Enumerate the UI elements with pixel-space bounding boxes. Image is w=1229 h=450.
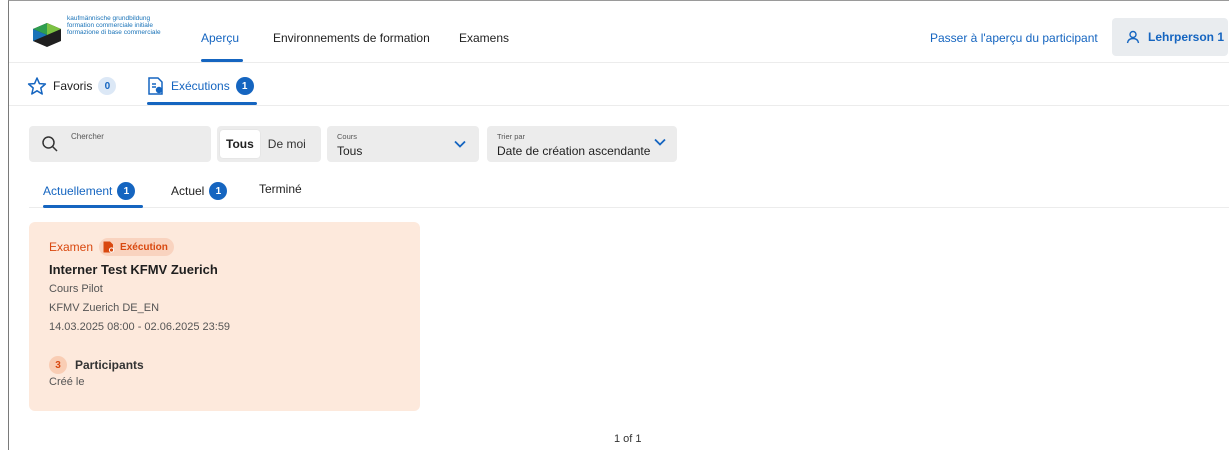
logo-line-2: formation commerciale initiale	[67, 22, 153, 29]
nav-examens[interactable]: Examens	[459, 31, 509, 45]
nav-active-indicator	[201, 59, 243, 62]
tab-actuellement-label: Actuellement	[43, 184, 113, 198]
exam-type-label: Examen	[49, 240, 94, 254]
status-tab-active-indicator	[43, 205, 143, 208]
actuel-count-badge: 1	[209, 182, 228, 200]
pagination-label: 1 of 1	[614, 433, 642, 445]
card-created: Créé le	[49, 376, 85, 388]
logo-text: kaufmännische grundbildung formation com…	[67, 15, 161, 36]
toggle-de-moi-button[interactable]: De moi	[264, 130, 310, 158]
card-group: KFMV Zuerich DE_EN	[49, 302, 160, 314]
user-icon	[1126, 30, 1140, 44]
sort-select-value: Date de création ascendante	[497, 144, 651, 158]
search-placeholder: Chercher	[71, 132, 104, 141]
logo-icon[interactable]	[29, 21, 65, 49]
nav-apercu[interactable]: Aperçu	[201, 31, 239, 45]
tab-actuellement[interactable]: Actuellement 1	[43, 182, 136, 200]
tab-favoris[interactable]: Favoris 0	[27, 76, 117, 96]
sub-tabs: Favoris 0 Exécutions 1	[9, 64, 1229, 106]
card-course: Cours Pilot	[49, 283, 103, 295]
tab-actuel[interactable]: Actuel 1	[171, 182, 228, 200]
owner-toggle: Tous De moi	[217, 126, 321, 162]
execution-status-badge: Exécution	[99, 238, 174, 256]
tab-termine-label: Terminé	[259, 182, 302, 196]
execution-icon	[103, 241, 115, 253]
exam-card[interactable]: Examen Exécution Interner Test KFMV Zuer…	[29, 222, 420, 411]
participants-label: Participants	[75, 358, 144, 372]
card-period: 14.03.2025 08:00 - 02.06.2025 23:59	[49, 321, 231, 333]
tab-executions[interactable]: Exécutions 1	[147, 76, 254, 96]
chevron-down-icon	[654, 138, 666, 146]
sort-select-caption: Trier par	[497, 132, 526, 141]
chevron-down-icon	[454, 140, 466, 148]
tab-termine[interactable]: Terminé	[259, 182, 302, 196]
course-select[interactable]: Cours Tous	[327, 126, 479, 162]
card-title: Interner Test KFMV Zuerich	[49, 262, 218, 277]
card-participants: 3 Participants	[49, 356, 144, 374]
actuellement-count-badge: 1	[117, 182, 136, 200]
toggle-tous-button[interactable]: Tous	[220, 130, 260, 158]
execution-icon	[148, 77, 163, 95]
search-icon	[42, 136, 58, 152]
nav-environnements[interactable]: Environnements de formation	[273, 31, 430, 45]
user-name: Lehrperson 1	[1148, 30, 1225, 44]
switch-participant-link[interactable]: Passer à l'aperçu du participant	[930, 31, 1098, 45]
logo-line-3: formazione di base commerciale	[67, 29, 161, 36]
star-icon	[27, 77, 47, 95]
logo-line-1: kaufmännische grundbildung	[67, 15, 151, 22]
participants-count-badge: 3	[49, 356, 67, 374]
tab-favoris-label: Favoris	[53, 79, 93, 93]
course-select-caption: Cours	[337, 132, 358, 141]
top-header: kaufmännische grundbildung formation com…	[9, 1, 1229, 63]
tab-actuel-label: Actuel	[171, 184, 205, 198]
search-input[interactable]: Chercher	[29, 126, 211, 162]
favoris-count-badge: 0	[98, 77, 117, 95]
user-menu-button[interactable]: Lehrperson 1	[1112, 18, 1228, 56]
app-window: kaufmännische grundbildung formation com…	[8, 0, 1229, 450]
execution-status-label: Exécution	[120, 241, 168, 253]
subtab-active-indicator	[147, 102, 257, 105]
executions-count-badge: 1	[235, 77, 254, 95]
status-tabs: Actuellement 1 Actuel 1 Terminé	[29, 176, 1229, 208]
card-tags: Examen Exécution	[49, 238, 174, 256]
course-select-value: Tous	[337, 144, 363, 158]
tab-executions-label: Exécutions	[171, 79, 230, 93]
sort-select[interactable]: Trier par Date de création ascendante	[487, 126, 677, 162]
